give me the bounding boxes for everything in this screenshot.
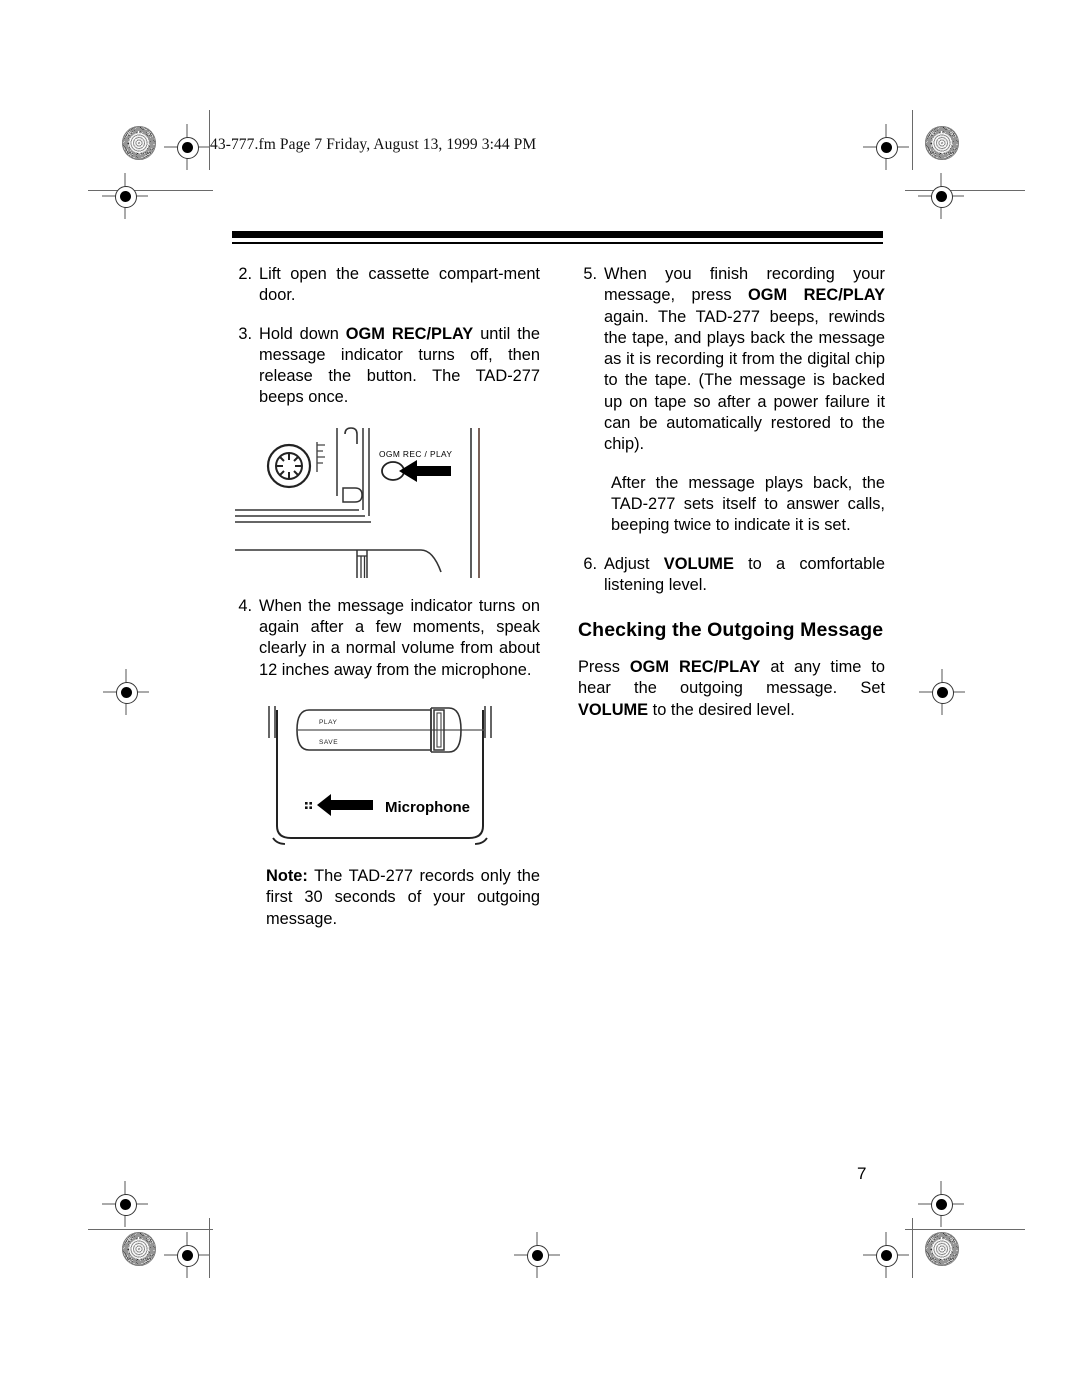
trim-line-right-top bbox=[912, 110, 913, 170]
body-text: When the message indicator turns on agai… bbox=[259, 596, 540, 679]
step-2: 2. Lift open the cassette compart-ment d… bbox=[233, 264, 540, 307]
registration-mark-lower-left bbox=[102, 1181, 148, 1227]
step-5-continuation: After the message plays back, the TAD-27… bbox=[611, 473, 885, 535]
body-text: Adjust bbox=[604, 554, 664, 573]
step-2-number: 2. bbox=[238, 265, 252, 283]
registration-mark-middle-right bbox=[919, 669, 965, 715]
registration-mark-top-right bbox=[863, 124, 909, 170]
emphasis-text: OGM REC/PLAY bbox=[748, 286, 885, 305]
registration-mark-top-left bbox=[164, 124, 210, 170]
step-3-text: Hold down OGM REC/PLAY until the message… bbox=[259, 324, 540, 409]
rosette-mark-top-left bbox=[122, 126, 156, 160]
reg-dot bbox=[181, 141, 193, 153]
section-heading: Checking the Outgoing Message bbox=[578, 619, 884, 642]
registration-mark-bottom-left bbox=[164, 1232, 210, 1278]
reg-dot bbox=[935, 1198, 947, 1210]
cassette-compartment-drawing: OGM REC / PLAY bbox=[235, 426, 480, 578]
step-5-text: When you finish recording your message, … bbox=[604, 264, 885, 456]
reg-dot bbox=[119, 190, 131, 202]
play-button-label: PLAY bbox=[319, 719, 337, 726]
callout-arrow-ogm bbox=[399, 459, 451, 482]
step-6-number: 6. bbox=[583, 554, 597, 573]
rosette-mark-top-right bbox=[925, 126, 959, 160]
body-text: Hold down bbox=[259, 324, 346, 343]
save-button-label: SAVE bbox=[319, 739, 338, 746]
emphasis-text: OGM REC/PLAY bbox=[345, 324, 474, 343]
step-5-number: 5. bbox=[583, 265, 597, 283]
closing-paragraph: Press OGM REC/PLAY at any time to hear t… bbox=[578, 657, 885, 721]
reg-dot bbox=[120, 686, 132, 698]
step-3: 3. Hold down OGM REC/PLAY until the mess… bbox=[233, 324, 540, 409]
body-text: Press bbox=[578, 658, 630, 677]
header-rule-thick bbox=[232, 231, 883, 238]
step-2-text: Lift open the cassette compart-ment door… bbox=[259, 264, 540, 307]
body-text: to the desired level. bbox=[648, 700, 795, 719]
header-rule-thin bbox=[232, 242, 883, 244]
unit-face-drawing: PLAY SAVE Microphone bbox=[268, 705, 492, 845]
ogm-rec-play-label: OGM REC / PLAY bbox=[379, 449, 452, 459]
reg-dot bbox=[119, 1198, 131, 1210]
registration-mark-upper-right bbox=[918, 173, 964, 219]
note-text: The TAD-277 records only the first 30 se… bbox=[266, 866, 540, 928]
note-block: Note: The TAD-277 records only the first… bbox=[233, 866, 540, 930]
step-3-number: 3. bbox=[238, 324, 252, 343]
page-number: 7 bbox=[857, 1164, 867, 1183]
rosette-mark-bottom-left bbox=[122, 1232, 156, 1266]
registration-mark-bottom-center bbox=[514, 1232, 560, 1278]
step-5: 5. When you finish recording your messag… bbox=[578, 264, 885, 456]
body-text: Lift open the cassette compart-ment door… bbox=[259, 265, 540, 305]
step-6-text: Adjust VOLUME to a comfortable listening… bbox=[604, 554, 885, 597]
rosette-mark-bottom-right bbox=[925, 1232, 959, 1266]
left-column: 2. Lift open the cassette compart-ment d… bbox=[233, 264, 540, 930]
right-column: 5. When you finish recording your messag… bbox=[578, 264, 885, 738]
microphone-callout-label: Microphone bbox=[385, 799, 470, 816]
registration-mark-middle-left bbox=[103, 669, 149, 715]
reg-dot bbox=[936, 686, 948, 698]
trim-line-right-bottom bbox=[912, 1218, 913, 1278]
emphasis-text: OGM REC/PLAY bbox=[629, 658, 761, 677]
reg-dot bbox=[531, 1249, 543, 1261]
registration-mark-lower-right bbox=[918, 1181, 964, 1227]
trim-line-left-bottom bbox=[209, 1218, 210, 1278]
step-4-number: 4. bbox=[238, 596, 252, 615]
registration-mark-bottom-right bbox=[863, 1232, 909, 1278]
figure-microphone-location: PLAY SAVE Microphone bbox=[233, 698, 540, 846]
emphasis-text: VOLUME bbox=[578, 700, 649, 719]
trim-line-lower-left bbox=[88, 1229, 213, 1230]
file-stamp-header: 43-777.fm Page 7 Friday, August 13, 1999… bbox=[210, 136, 537, 153]
body-text: again. The TAD-277 beeps, rewinds the ta… bbox=[604, 307, 885, 454]
callout-arrow-microphone bbox=[317, 793, 373, 816]
figure-cassette-compartment: OGM REC / PLAY bbox=[233, 426, 540, 578]
step-6: 6. Adjust VOLUME to a comfortable listen… bbox=[578, 554, 885, 597]
trim-line-lower-right bbox=[905, 1229, 1025, 1230]
reg-dot bbox=[880, 141, 892, 153]
reg-dot bbox=[181, 1249, 193, 1261]
step-4-text: When the message indicator turns on agai… bbox=[259, 596, 540, 681]
note-label: Note: bbox=[266, 866, 308, 885]
reg-dot bbox=[935, 190, 947, 202]
step-4: 4. When the message indicator turns on a… bbox=[233, 596, 540, 681]
registration-mark-upper-left bbox=[102, 173, 148, 219]
reg-dot bbox=[880, 1249, 892, 1261]
emphasis-text: VOLUME bbox=[663, 554, 734, 573]
microphone-grille-icon bbox=[305, 801, 312, 809]
